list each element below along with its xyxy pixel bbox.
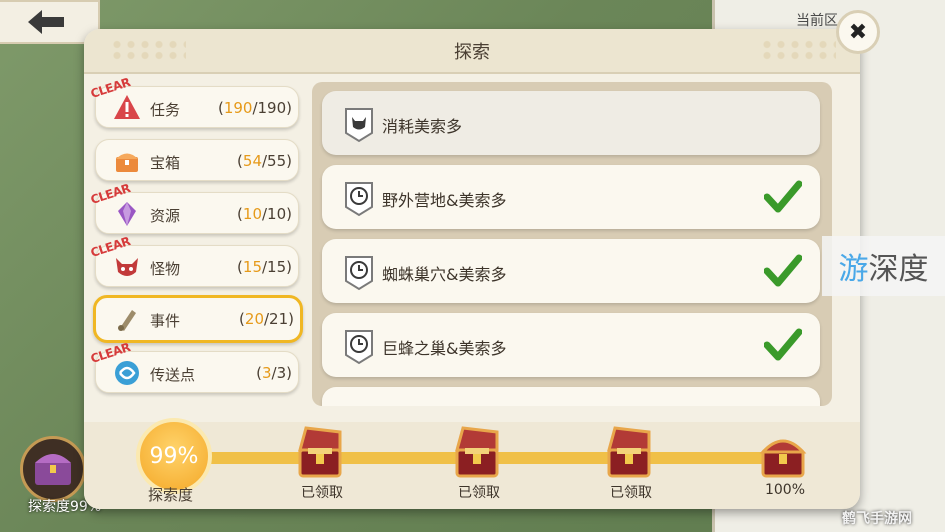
category-count-done: 10 bbox=[242, 205, 262, 223]
category-item-5[interactable]: CLEAR 传送点 (3/3) bbox=[89, 340, 299, 393]
category-label: 资源 bbox=[150, 207, 181, 225]
event-label: 消耗美索多 bbox=[382, 117, 463, 136]
treasure-chest-icon bbox=[607, 426, 651, 478]
reward-chest-1[interactable] bbox=[451, 424, 503, 480]
reward-chest-label: 已领取 bbox=[610, 485, 652, 501]
checkmark-icon bbox=[764, 254, 802, 287]
category-count: (20/21) bbox=[239, 310, 294, 328]
event-row-0[interactable]: 消耗美索多 bbox=[322, 91, 820, 155]
reward-chest-0[interactable] bbox=[294, 424, 346, 480]
category-count-done: 54 bbox=[242, 152, 262, 170]
treasure-chest-icon bbox=[298, 426, 342, 478]
header-decoration-right bbox=[760, 39, 836, 61]
checkmark-icon bbox=[764, 180, 802, 213]
close-button[interactable]: ✖ bbox=[836, 10, 880, 54]
event-row-partial[interactable] bbox=[322, 387, 820, 406]
event-row-3[interactable]: 巨蜂之巢&美索多 bbox=[322, 313, 820, 377]
monster-head-icon bbox=[345, 108, 373, 143]
category-count: (3/3) bbox=[256, 364, 292, 382]
treasure-chest-icon bbox=[35, 454, 71, 485]
category-item-1[interactable]: 宝箱 (54/55) bbox=[95, 139, 299, 181]
close-icon: ✖ bbox=[848, 19, 868, 45]
reward-chest-label: 已领取 bbox=[458, 485, 500, 501]
category-label: 宝箱 bbox=[150, 154, 181, 172]
event-list-panel[interactable]: 消耗美索多 野外营地&美索多 蜘蛛巢穴&美索多 巨蜂之巢&美索多 bbox=[312, 82, 832, 406]
dialog-header: 探索 bbox=[84, 29, 860, 74]
category-count: (10/10) bbox=[237, 205, 292, 223]
category-count: (54/55) bbox=[237, 152, 292, 170]
category-count: (190/190) bbox=[218, 99, 292, 117]
category-label: 事件 bbox=[150, 312, 181, 330]
category-item-0[interactable]: CLEAR 任务 (190/190) bbox=[89, 75, 299, 128]
current-area-label: 当前区 bbox=[796, 13, 838, 29]
category-item-3[interactable]: CLEAR 怪物 (15/15) bbox=[89, 234, 299, 287]
category-item-4[interactable]: 事件 (20/21) bbox=[93, 295, 303, 343]
event-label: 野外营地&美索多 bbox=[382, 191, 507, 210]
header-decoration-left bbox=[110, 39, 186, 61]
treasure-chest-icon bbox=[759, 439, 807, 478]
progress-percent-text: 99% bbox=[149, 443, 199, 469]
explore-degree-badge[interactable] bbox=[20, 436, 86, 502]
category-label: 怪物 bbox=[150, 260, 181, 278]
watermark-small: 鹤飞手游网 bbox=[842, 511, 912, 527]
back-arrow-icon bbox=[28, 10, 64, 34]
crystal-icon bbox=[112, 199, 142, 229]
watermark: 游深度 bbox=[822, 236, 945, 296]
category-item-2[interactable]: CLEAR 资源 (10/10) bbox=[89, 181, 299, 234]
checkmark-icon bbox=[764, 328, 802, 361]
reward-chest-label: 100% bbox=[764, 482, 806, 498]
exclamation-icon bbox=[112, 93, 142, 123]
category-label: 任务 bbox=[150, 101, 181, 119]
teleport-icon bbox=[112, 358, 142, 388]
category-label: 传送点 bbox=[150, 366, 196, 384]
watermark-text-b: 深度 bbox=[868, 252, 929, 287]
treasure-chest-icon bbox=[455, 426, 499, 478]
clock-icon bbox=[345, 330, 373, 365]
chest-icon bbox=[112, 146, 142, 176]
clock-icon bbox=[345, 182, 373, 217]
category-count-done: 20 bbox=[244, 310, 264, 328]
progress-label: 探索度 bbox=[148, 486, 194, 504]
reward-chest-label: 已领取 bbox=[301, 485, 343, 501]
reward-chest-2[interactable] bbox=[603, 424, 655, 480]
event-label: 巨蜂之巢&美索多 bbox=[382, 339, 507, 358]
category-count-total: /190) bbox=[252, 99, 292, 117]
scroll-icon bbox=[112, 304, 142, 334]
category-count-done: 190 bbox=[223, 99, 253, 117]
monster-icon bbox=[112, 252, 142, 282]
event-row-2[interactable]: 蜘蛛巢穴&美索多 bbox=[322, 239, 820, 303]
clock-icon bbox=[345, 256, 373, 291]
category-count-total: /15) bbox=[262, 258, 292, 276]
dialog-title: 探索 bbox=[454, 41, 490, 63]
category-count-done: 15 bbox=[242, 258, 262, 276]
category-count-total: /55) bbox=[262, 152, 292, 170]
watermark-text-a: 游 bbox=[838, 252, 869, 287]
event-row-1[interactable]: 野外营地&美索多 bbox=[322, 165, 820, 229]
progress-percent-circle: 99% bbox=[136, 418, 212, 494]
category-count-total: /21) bbox=[264, 310, 294, 328]
category-count-total: /10) bbox=[262, 205, 292, 223]
category-count: (15/15) bbox=[237, 258, 292, 276]
reward-chest-3[interactable] bbox=[757, 424, 809, 480]
event-label: 蜘蛛巢穴&美索多 bbox=[382, 265, 507, 284]
category-count-done: 3 bbox=[262, 364, 272, 382]
category-count-total: /3) bbox=[271, 364, 292, 382]
